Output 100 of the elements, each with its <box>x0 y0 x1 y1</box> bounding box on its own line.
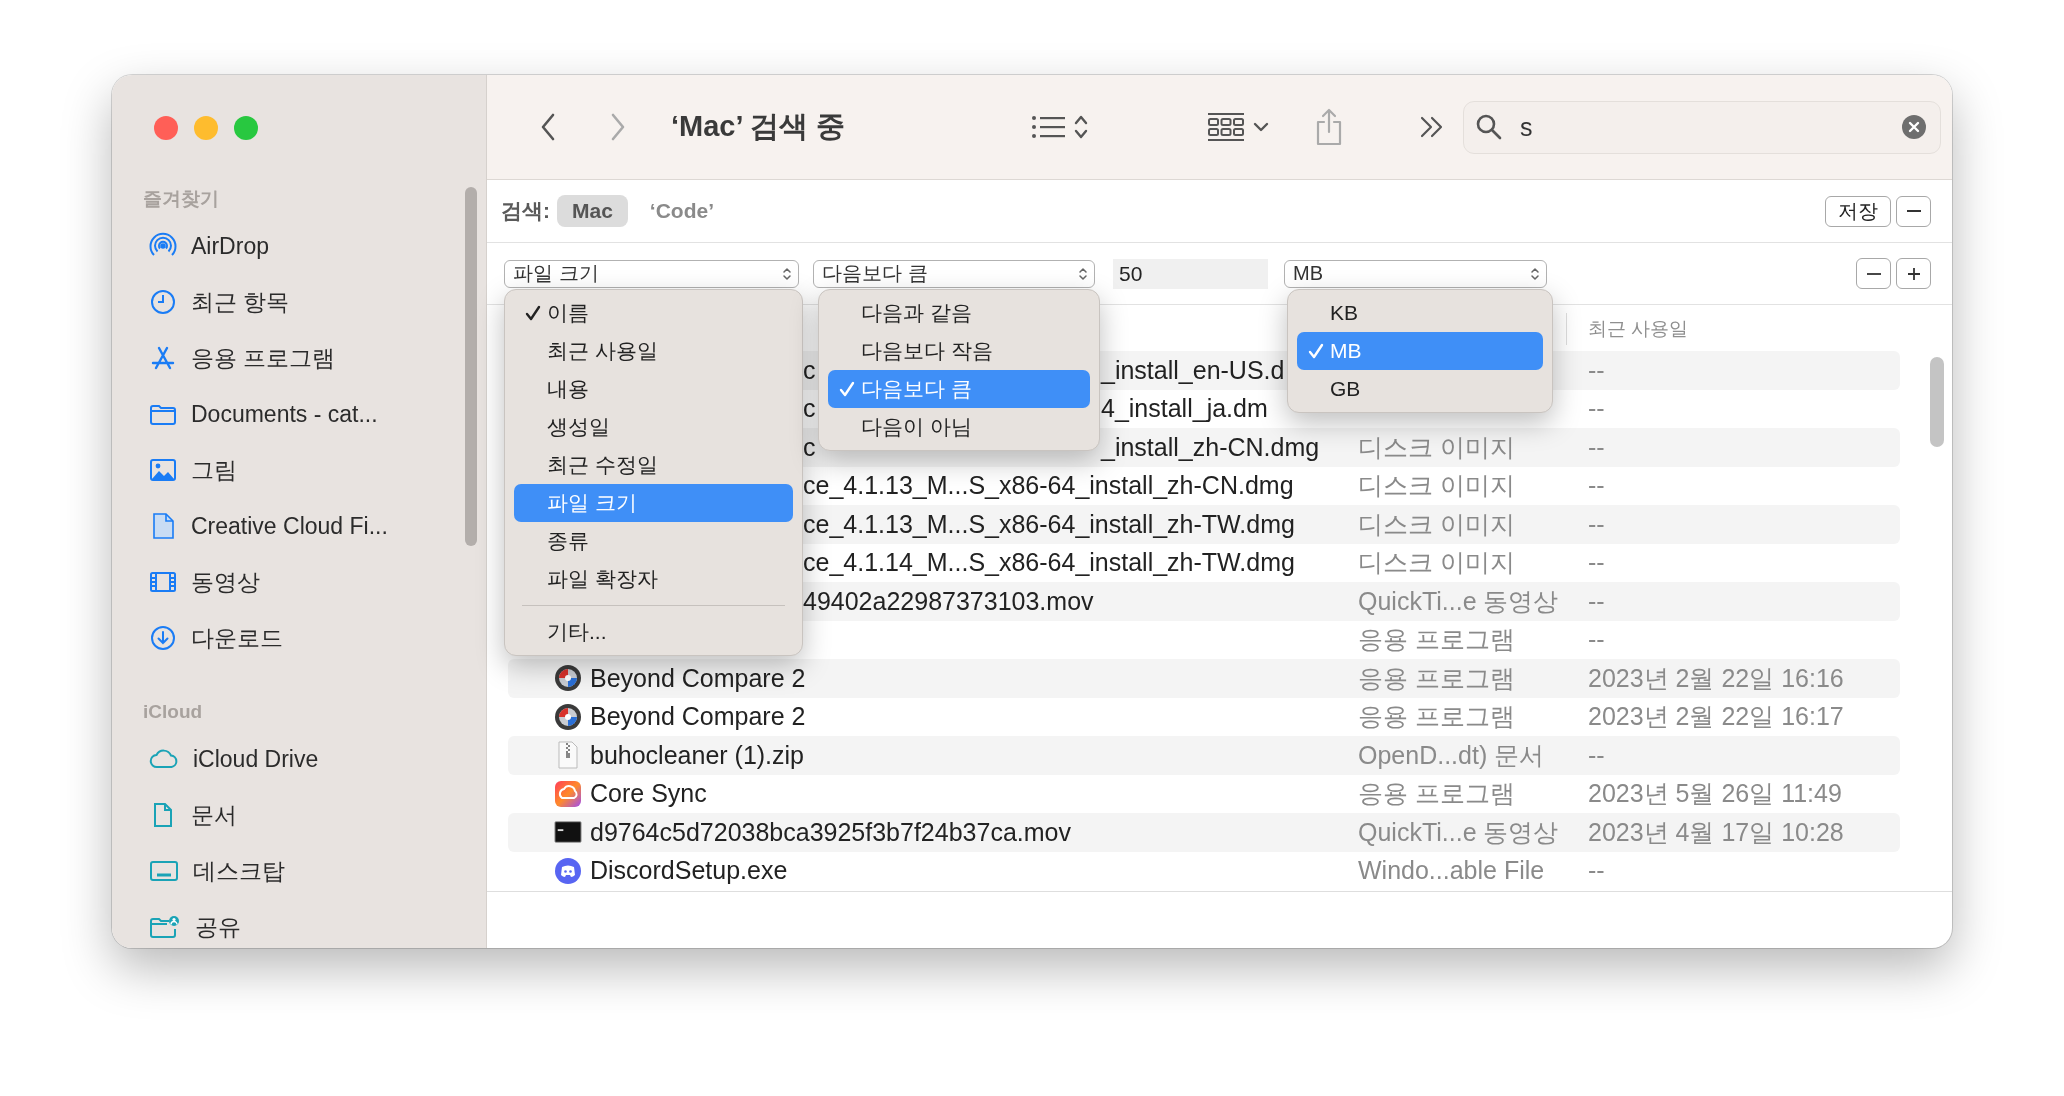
menu-item[interactable]: 다음이 아님 <box>828 407 1090 446</box>
file-kind: 응용 프로그램 <box>1358 702 1515 731</box>
scrollbar[interactable] <box>1930 357 1944 447</box>
remove-criterion-button[interactable] <box>1856 258 1891 289</box>
file-kind: 디스크 이미지 <box>1358 509 1515 538</box>
window-title: ‘Mac’ 검색 중 <box>671 109 846 144</box>
sidebar-item[interactable]: 최근 항목 <box>112 274 456 330</box>
file-name: 4_install_ja.dm <box>1101 394 1268 424</box>
menu-item[interactable]: KB <box>1297 293 1543 332</box>
back-button[interactable] <box>539 112 557 142</box>
file-date: -- <box>1588 394 1605 423</box>
menu-item[interactable]: 내용 <box>514 369 793 408</box>
section-heading: iCloud <box>143 700 203 724</box>
scope-tab[interactable]: Mac <box>557 195 628 227</box>
popup-button[interactable]: MB <box>1284 259 1547 288</box>
menu-item[interactable]: 이름 <box>514 293 793 332</box>
search-field[interactable]: s <box>1463 100 1942 154</box>
popup-button[interactable]: 파일 크기 <box>504 259 799 288</box>
file-date: -- <box>1588 548 1605 577</box>
shared-folder-icon <box>149 913 181 941</box>
file-kind: 디스크 이미지 <box>1358 432 1515 461</box>
sidebar-item[interactable]: Documents - cat... <box>112 386 456 442</box>
swirl-app-icon <box>554 779 582 808</box>
updown-arrows-icon <box>1078 265 1088 282</box>
file-name: Core Sync <box>590 779 707 809</box>
file-kind: 응용 프로그램 <box>1358 663 1515 692</box>
file-date: 2023년 4월 17일 10:28 <box>1588 817 1844 846</box>
file-kind: 응용 프로그램 <box>1358 779 1515 808</box>
sidebar-item[interactable]: 데스크탑 <box>112 843 456 899</box>
disc-icon <box>554 664 582 693</box>
save-button[interactable]: 저장 <box>1825 195 1891 227</box>
popup-button[interactable]: 다음보다 큼 <box>813 259 1095 288</box>
minus-icon <box>1866 272 1881 275</box>
sort-order-icon[interactable] <box>1073 113 1090 141</box>
menu-item[interactable]: 최근 수정일 <box>514 445 793 484</box>
file-date: 2023년 5월 26일 11:49 <box>1588 779 1842 808</box>
letter-a-icon <box>149 344 177 372</box>
sidebar-item[interactable]: iCloud Drive <box>112 731 456 787</box>
group-view-icon[interactable] <box>1207 112 1246 142</box>
menu-item[interactable]: 다음과 같음 <box>828 293 1090 332</box>
file-name: ce_4.1.14_M...S_x86-64_install_zh-TW.dmg <box>803 548 1295 577</box>
remove-button[interactable] <box>1896 195 1931 227</box>
menu-item[interactable]: 최근 사용일 <box>514 331 793 370</box>
file-name: DiscordSetup.exe <box>590 856 788 886</box>
menu-item[interactable]: GB <box>1297 369 1543 408</box>
file-date: 2023년 2월 22일 16:17 <box>1588 702 1844 731</box>
file-kind: 디스크 이미지 <box>1358 471 1515 500</box>
updown-arrows-icon <box>782 265 792 282</box>
search-icon <box>1475 112 1504 141</box>
sidebar-item[interactable]: AirDrop <box>112 218 456 274</box>
scrollbar[interactable] <box>465 187 477 546</box>
chat-app-icon <box>554 856 582 885</box>
search-scope-label: 검색: <box>501 198 550 224</box>
file-name: c <box>803 394 816 423</box>
sidebar-item[interactable]: 동영상 <box>112 554 456 610</box>
checkmark-icon <box>839 380 855 397</box>
menu-item[interactable]: 파일 확장자 <box>514 559 793 598</box>
video-file-icon <box>554 820 582 845</box>
file-name: buhocleaner (1).zip <box>590 740 804 770</box>
plus-icon <box>1905 265 1922 282</box>
file-name: ce_4.1.13_M...S_x86-64_install_zh-CN.dmg <box>803 471 1294 500</box>
menu-item[interactable]: 생성일 <box>514 407 793 446</box>
file-name: Beyond Compare 2 <box>590 663 806 693</box>
sidebar-item[interactable]: 공유 <box>112 899 456 948</box>
file-name: Beyond Compare 2 <box>590 702 806 732</box>
file-name: c <box>803 432 816 461</box>
checkmark-icon <box>525 304 541 321</box>
minus-icon <box>1906 210 1921 212</box>
file-kind: 응용 프로그램 <box>1358 625 1515 654</box>
value-field[interactable]: 50 <box>1113 258 1268 289</box>
checkmark-icon <box>1308 342 1324 359</box>
disc-icon <box>554 702 582 731</box>
file-date: -- <box>1588 586 1605 615</box>
sidebar-item[interactable]: Creative Cloud Fi... <box>112 498 456 554</box>
file-date: -- <box>1588 509 1605 538</box>
clear-button[interactable] <box>1901 113 1928 140</box>
list-view-icon[interactable] <box>1031 115 1066 139</box>
menu-item[interactable]: 종류 <box>514 521 793 560</box>
file-name: 49402a22987373103.mov <box>803 586 1094 615</box>
file-date: -- <box>1588 471 1605 500</box>
file-date: 2023년 2월 22일 16:16 <box>1588 663 1844 692</box>
sidebar-item[interactable]: 다운로드 <box>112 610 456 666</box>
file-date: -- <box>1588 625 1605 654</box>
file-date: -- <box>1588 856 1605 885</box>
section-heading: 즐겨찾기 <box>143 187 219 211</box>
file-name: c <box>803 355 816 384</box>
file-date: -- <box>1588 432 1605 461</box>
file-name: d9764c5d72038bca3925f3b7f24b37ca.mov <box>590 817 1071 847</box>
add-criterion-button[interactable] <box>1896 258 1931 289</box>
sidebar-item[interactable]: 응용 프로그램 <box>112 330 456 386</box>
menu-item[interactable]: 기타... <box>514 612 793 651</box>
file-date: -- <box>1588 740 1605 769</box>
picture-icon <box>149 456 177 484</box>
file-kind: OpenD...dt) 문서 <box>1358 740 1545 769</box>
sidebar-item[interactable]: 문서 <box>112 787 456 843</box>
menu-item[interactable]: 다음보다 작음 <box>828 331 1090 370</box>
chevron-down-icon[interactable] <box>1253 122 1270 132</box>
zip-file-icon <box>557 741 579 770</box>
sidebar-item[interactable]: 그림 <box>112 442 456 498</box>
file-name: ce_4.1.13_M...S_x86-64_install_zh-TW.dmg <box>803 509 1295 538</box>
